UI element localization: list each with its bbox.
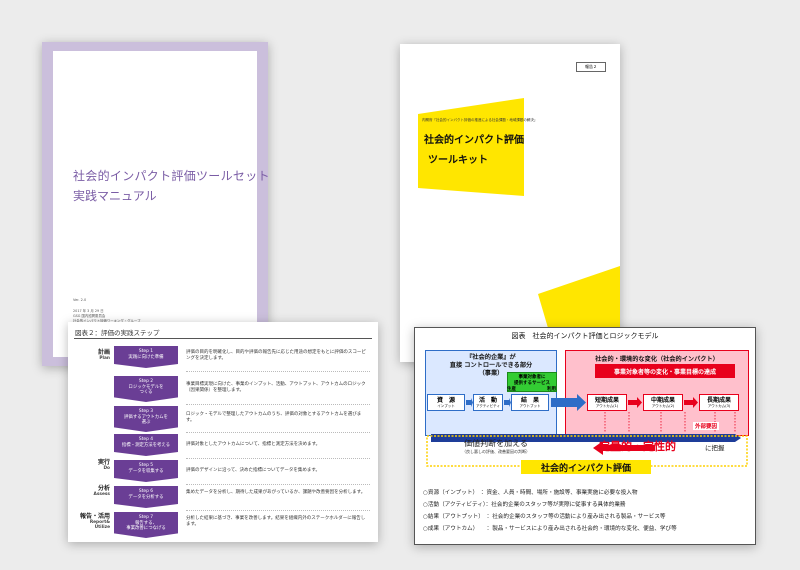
step-divider — [186, 484, 370, 485]
section-report-en: Report& Utilize — [89, 520, 110, 530]
step-4-label: 指標・測定方法を考える — [121, 442, 171, 448]
grasp-label: に把握 — [705, 444, 725, 452]
steps-caption: 図表２：評価の実践ステップ — [75, 329, 160, 337]
step-divider — [186, 404, 370, 405]
steps-divider — [74, 338, 372, 339]
step-1-label: 実践に向けた準備 — [128, 354, 164, 360]
step-divider — [186, 432, 370, 433]
step-divider — [186, 510, 370, 511]
section-assess-en: Assess — [93, 492, 110, 497]
step-7: Step 7 報告する、 事業改善につなげる — [114, 512, 178, 538]
logic-model-page: 図表 社会的インパクト評価とロジックモデル 『社会的企業』が 直接 コントロール… — [414, 327, 756, 545]
section-do-en: Do — [103, 466, 110, 471]
step-divider — [186, 371, 370, 372]
value-judgement-sub: （良し悪しの評価、改善要因の判断） — [462, 449, 530, 454]
manual-version: Ver. 2.0 — [73, 298, 87, 302]
step-4: Step 4 指標・測定方法を考える — [114, 434, 178, 456]
step-7-label: 報告する、 事業改善につなげる — [126, 520, 166, 532]
step-4-desc: 評価対象としたアウトカムについて、指標と測定方法を決めます。 — [186, 442, 321, 447]
step-3-desc: ロジック・モデルで整理したアウトカムのうち、評価の対象とするアウトカムを選びます… — [186, 412, 362, 423]
toolkit-badge: 報告２ — [576, 62, 606, 72]
section-assess-ja: 分析 — [97, 485, 110, 492]
step-6-desc: 集めたデータを分析し、期待した成果があがっているか、課題や改善要因を分析します。 — [186, 490, 366, 495]
step-divider — [186, 458, 370, 459]
toolkit-header: 内閣府「社会的インパクト評価の推進による社会課題・地域課題の解決」 — [422, 118, 538, 122]
legend-output: ○結果（アウトプット） ：社会的企業のスタッフ等の活動により産み出される製品・サ… — [423, 514, 666, 520]
step-5-desc: 評価のデザインに沿って、決めた指標についてデータを集めます。 — [186, 468, 320, 473]
section-do: 実行 Do — [74, 459, 110, 472]
external-factors: 外部要因 — [693, 422, 720, 430]
value-judgement: 価値判断を加える （良し悪しの評価、改善要因の判断） — [441, 438, 551, 455]
toolkit-cover: 報告２ 内閣府「社会的インパクト評価の推進による社会課題・地域課題の解決」 社会… — [400, 44, 620, 362]
section-plan-en: Plan — [99, 356, 110, 361]
step-2-desc: 事業目標実現に向けた、事業のインプット、活動、アウトプット、アウトカムのロジック… — [186, 382, 366, 393]
step-1-desc: 評価の目的を明確化し、目的や評価の報告先に応じた用途の想定をもとに評価のスコーピ… — [186, 350, 366, 361]
section-report: 報告・活用 Report& Utilize — [74, 513, 110, 531]
step-3-label: 評価するアウトカムを 選ぶ — [124, 414, 168, 426]
section-do-ja: 実行 — [97, 459, 110, 466]
step-6-label: データを分析する — [128, 494, 164, 500]
toolkit-title-line2: ツールキット — [428, 155, 488, 166]
evaluation-steps-page: 図表２：評価の実践ステップ 計画 Plan 実行 Do 分析 Assess 報告・活用… — [68, 322, 378, 542]
legend-activity: ○活動（アクティビティ）：社会的企業のスタッフ等が実際に従事する具体的業務 — [423, 502, 626, 508]
toolkit-yellow-shape — [418, 98, 620, 362]
manual-title-line2: 実践マニュアル — [73, 189, 157, 203]
step-6: Step 6 データを分析する — [114, 486, 178, 508]
toolkit-title-line1: 社会的インパクト評価 — [424, 135, 524, 146]
legend-outcome: ○成果（アウトカム） ：製品・サービスにより産み出される社会的・環境的な変化、便… — [423, 526, 677, 532]
quant-qual: 定量的・定性的 — [599, 440, 676, 453]
legend-input: ○資源（インプット） ：資金、人員・時間、場所・施設等、事業実施に必要な投入物 — [423, 490, 638, 496]
section-assess: 分析 Assess — [74, 485, 110, 498]
step-5-label: データを収集する — [128, 468, 164, 474]
step-3: Step 3 評価するアウトカムを 選ぶ — [114, 406, 178, 432]
footer-title: 社会的インパクト評価 — [521, 460, 651, 474]
step-2-label: ロジックモデルを つくる — [128, 384, 164, 396]
manual-cover: 社会的インパクト評価ツールセット 実践マニュアル Ver. 2.0 2017 年… — [42, 42, 270, 366]
step-2: Step 2 ロジックモデルを つくる — [114, 376, 178, 402]
step-1: Step 1 実践に向けた準備 — [114, 346, 178, 368]
value-judgement-label: 価値判断を加える — [464, 439, 528, 448]
section-report-ja: 報告・活用 — [79, 513, 110, 520]
section-plan: 計画 Plan — [74, 349, 110, 362]
manual-cover-page: 社会的インパクト評価ツールセット 実践マニュアル Ver. 2.0 2017 年… — [53, 51, 270, 357]
step-7-desc: 分析した結果に基づき、事業を改善します。結果を組織内外のステークホルダーに報告し… — [186, 516, 366, 527]
step-5: Step 5 データを収集する — [114, 460, 178, 482]
manual-title-line1: 社会的インパクト評価ツールセット — [73, 169, 270, 183]
section-plan-ja: 計画 — [97, 349, 110, 356]
